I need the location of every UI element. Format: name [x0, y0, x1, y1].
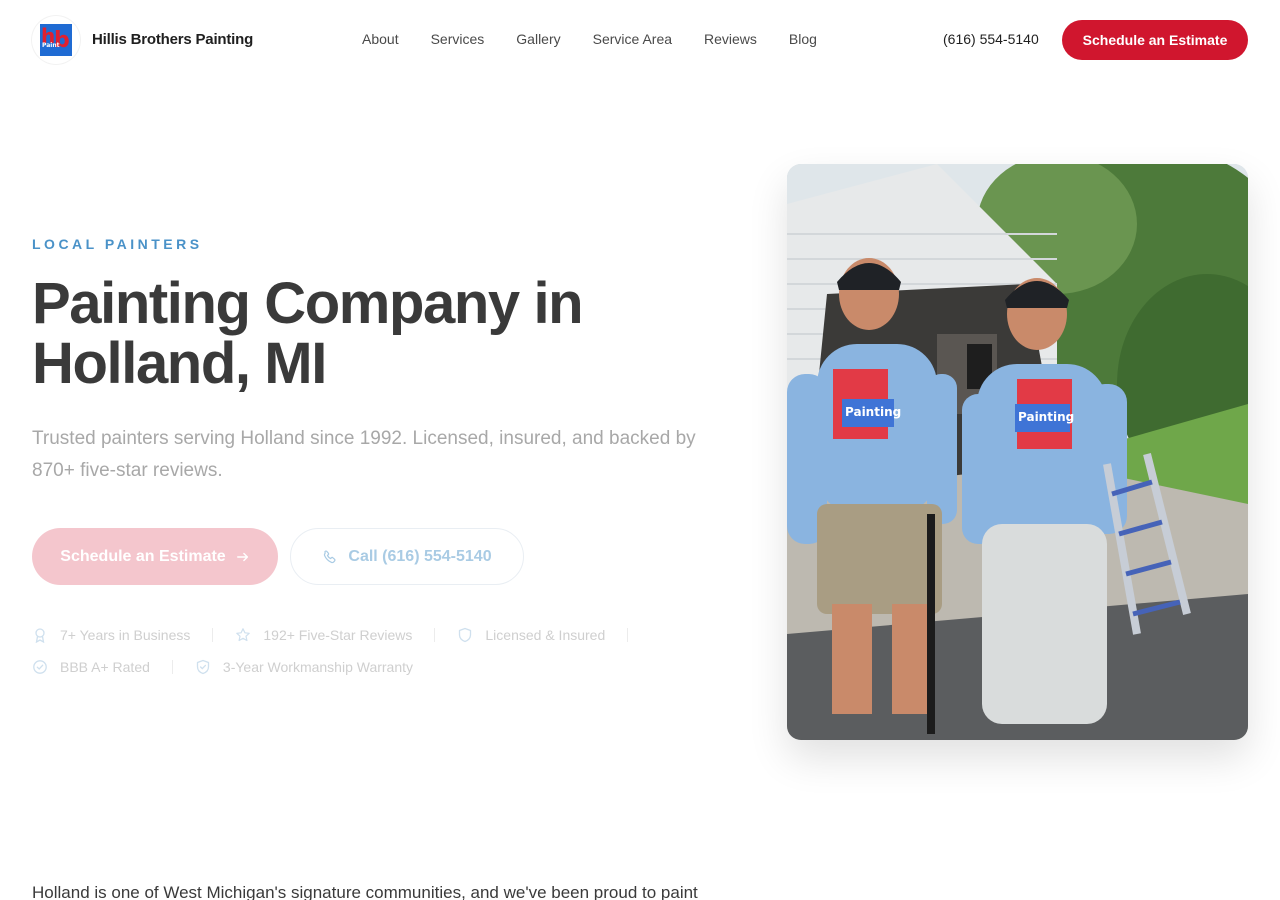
- shield-icon: [459, 627, 472, 643]
- badge-years-label: 7+ Years in Business: [60, 627, 191, 643]
- nav-reviews[interactable]: Reviews: [704, 31, 757, 47]
- badge-bbb: BBB A+ Rated: [32, 659, 150, 675]
- badge-years: 7+ Years in Business: [32, 627, 190, 643]
- logo[interactable]: h b Paint: [32, 16, 80, 64]
- hero-schedule-estimate-button[interactable]: Schedule an Estimate: [32, 528, 278, 585]
- badge-bbb-label: BBB A+ Rated: [60, 659, 150, 675]
- nav-service-area[interactable]: Service Area: [593, 31, 672, 47]
- nav-about[interactable]: About: [362, 31, 399, 47]
- svg-text:Paint: Paint: [42, 42, 60, 49]
- shield-check-icon: [196, 659, 210, 675]
- shirt-logo-text: Painting: [1018, 410, 1074, 424]
- badge-reviews: 192+ Five-Star Reviews: [235, 627, 412, 643]
- logo-icon: h b Paint: [40, 24, 72, 56]
- trust-badges: 7+ Years in Business 192+ Five-Star Revi…: [32, 624, 712, 688]
- page-title-line1: Painting Company in: [32, 271, 584, 336]
- hero-primary-label: Schedule an Estimate: [60, 547, 226, 565]
- badge-row-1: 7+ Years in Business 192+ Five-Star Revi…: [32, 624, 712, 646]
- divider: [171, 660, 173, 674]
- hero-lead: Trusted painters serving Holland since 1…: [32, 428, 696, 481]
- main-nav: About Services Gallery Service Area Revi…: [362, 31, 849, 47]
- badge-licensed-label: Licensed & Insured: [485, 627, 606, 643]
- badge-row-2: BBB A+ Rated 3-Year Workmanship Warranty: [32, 656, 712, 678]
- badge-reviews-label: 192+ Five-Star Reviews: [263, 627, 413, 643]
- badge-warranty: 3-Year Workmanship Warranty: [195, 659, 413, 675]
- intro-paragraph: Holland is one of West Michigan's signat…: [32, 883, 698, 900]
- header-phone-link[interactable]: (616) 554-5140: [943, 31, 1039, 47]
- site-header: h b Paint Hillis Brothers Painting About…: [0, 0, 1280, 80]
- phone-icon: [324, 550, 336, 563]
- arrow-right-icon: [236, 552, 248, 561]
- divider: [434, 628, 436, 642]
- brand-name[interactable]: Hillis Brothers Painting: [92, 31, 253, 48]
- nav-blog[interactable]: Blog: [789, 31, 817, 47]
- schedule-estimate-button[interactable]: Schedule an Estimate: [1062, 20, 1248, 60]
- nav-gallery[interactable]: Gallery: [516, 31, 560, 47]
- page-title: Painting Company in Holland, MI: [32, 274, 712, 394]
- hero-call-button[interactable]: Call (616) 554-5140: [290, 528, 524, 585]
- badge-warranty-label: 3-Year Workmanship Warranty: [222, 659, 414, 675]
- check-circle-icon: [33, 660, 47, 674]
- divider: [212, 628, 214, 642]
- shirt-logo-text: Painting: [845, 405, 901, 419]
- badge-licensed: Licensed & Insured: [457, 627, 605, 643]
- star-icon: [236, 628, 251, 642]
- page-title-line2: Holland, MI: [32, 331, 327, 396]
- hero-photo: Painting Painting: [787, 164, 1248, 740]
- hero-eyebrow: LOCAL PAINTERS: [32, 236, 203, 252]
- divider: [627, 628, 629, 642]
- painters-photo-image: Painting Painting: [787, 164, 1248, 740]
- nav-services[interactable]: Services: [431, 31, 485, 47]
- hero-secondary-label: Call (616) 554-5140: [348, 547, 492, 565]
- award-icon: [35, 628, 45, 643]
- svg-text:b: b: [54, 28, 70, 53]
